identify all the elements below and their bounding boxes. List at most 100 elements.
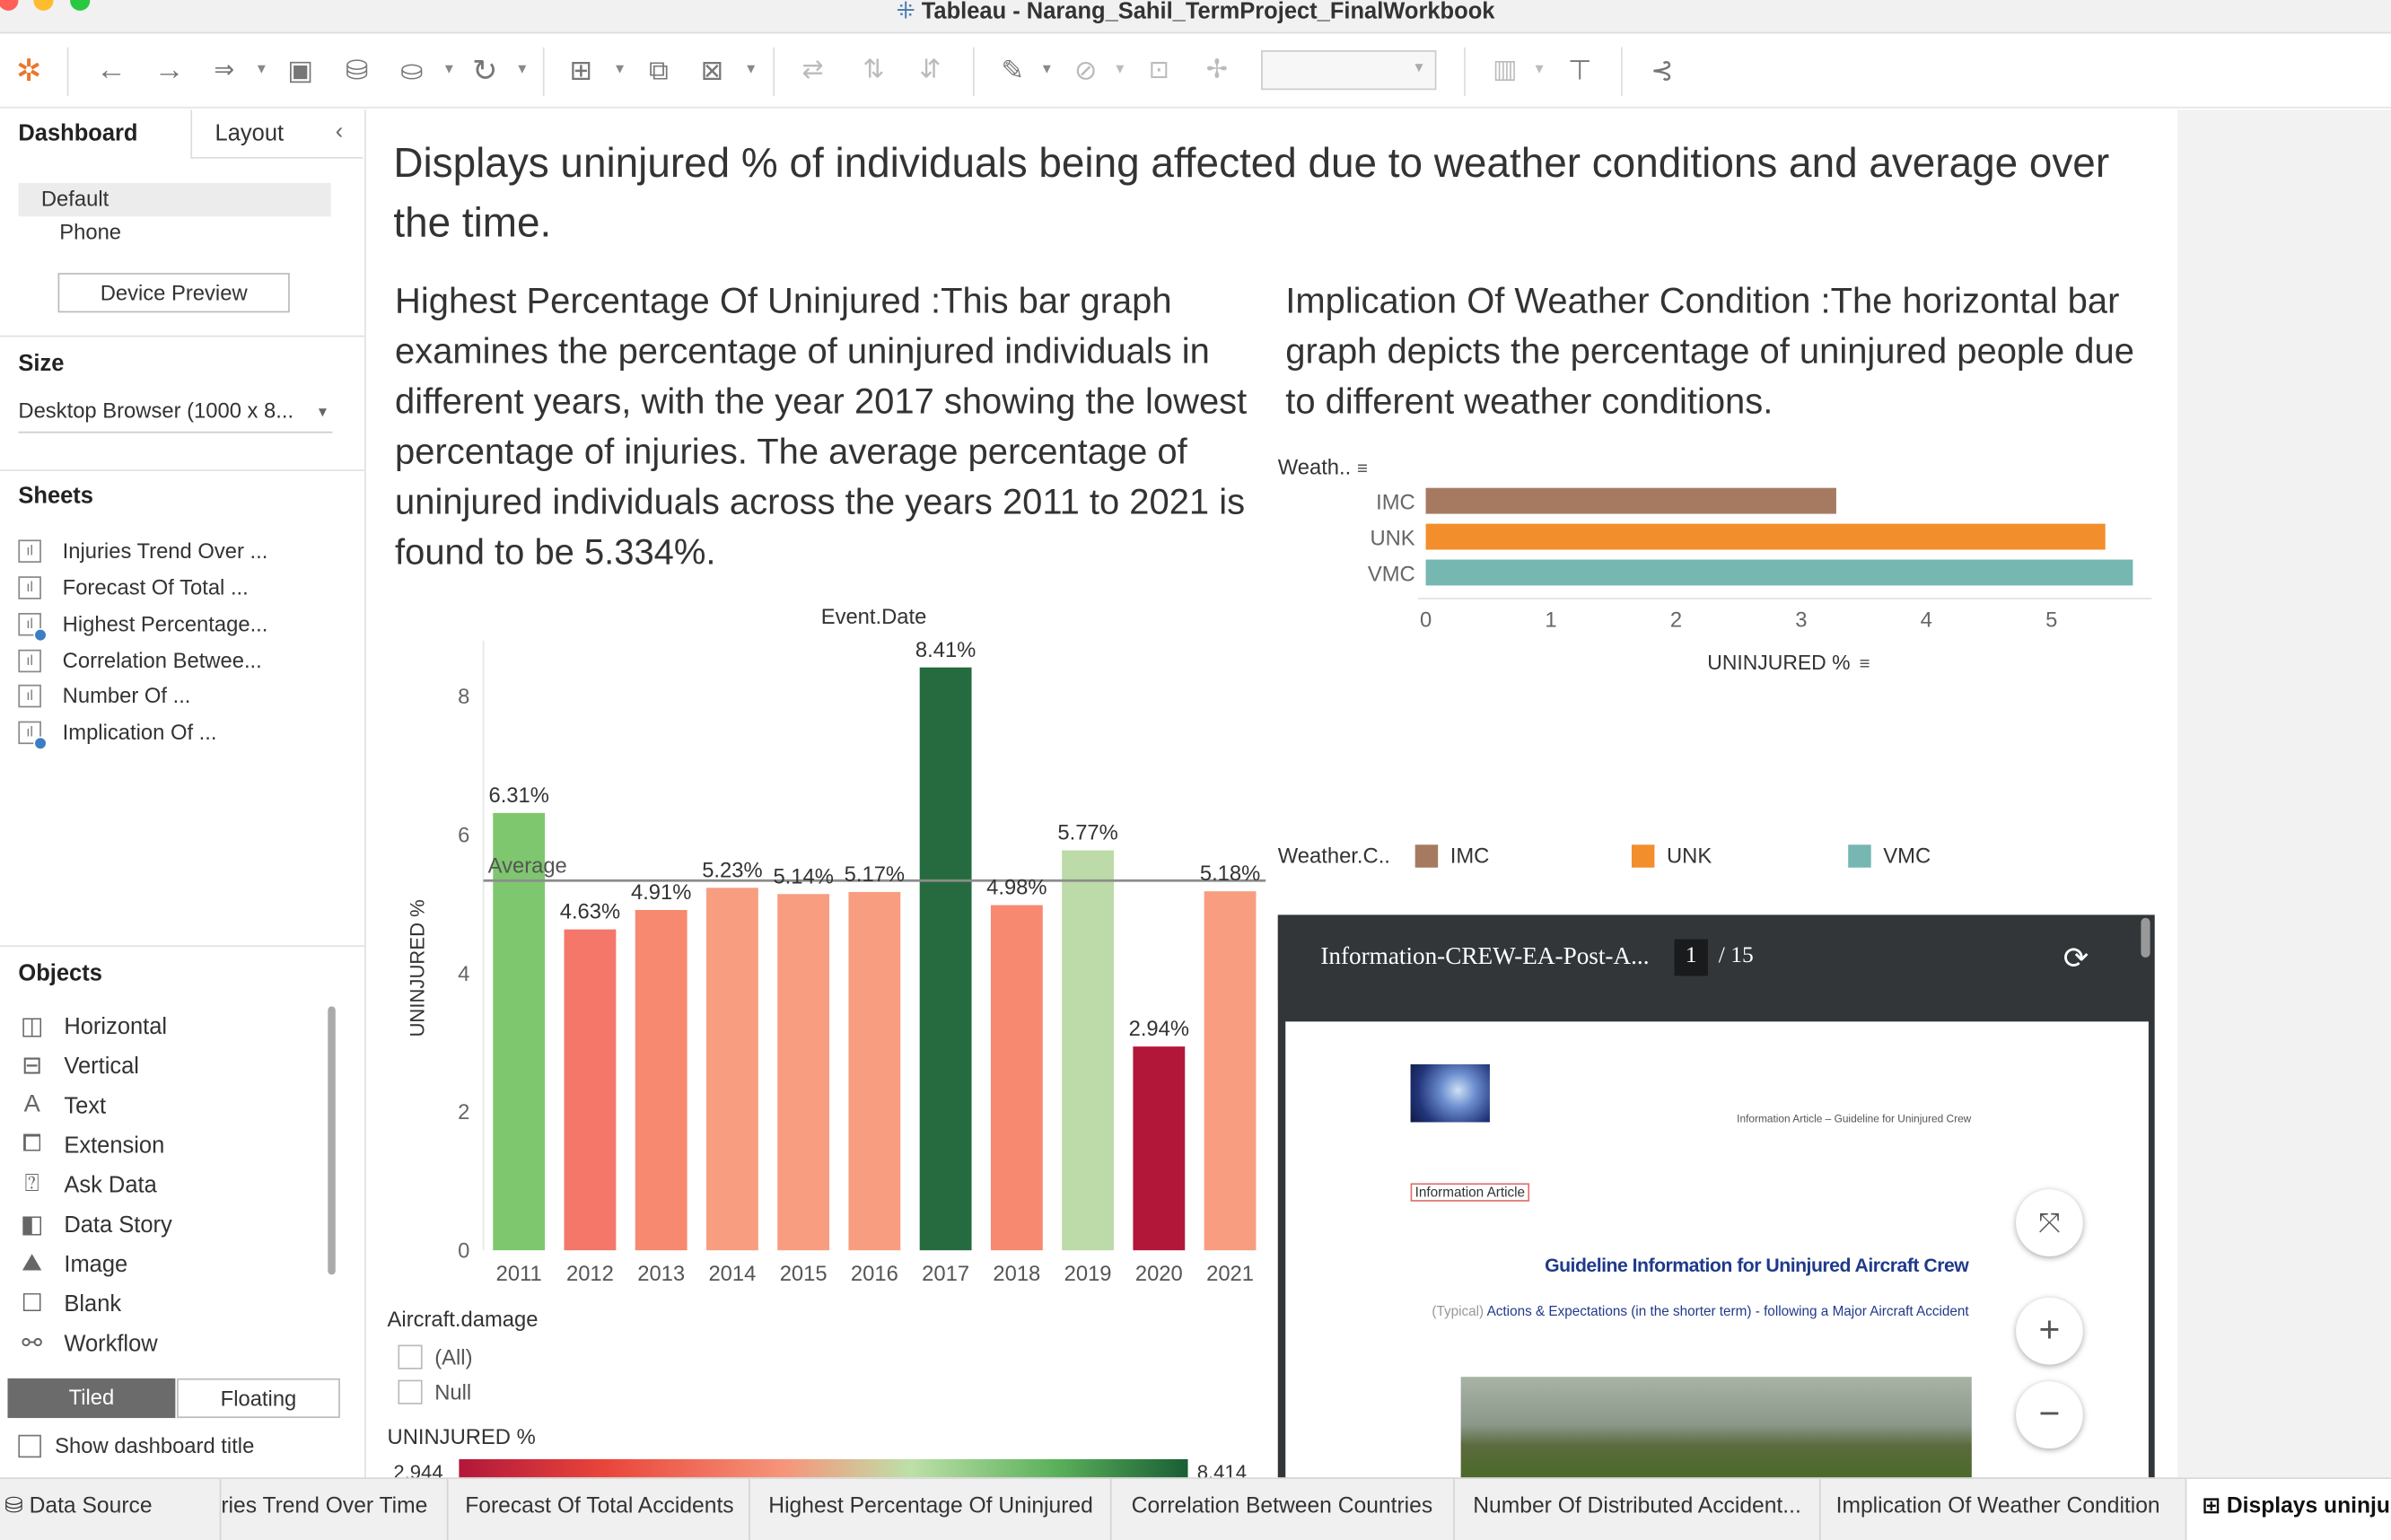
highlight-icon[interactable]: ✎ xyxy=(994,50,1031,90)
add-datasource-icon[interactable]: ⛁ xyxy=(338,50,375,90)
device-phone[interactable]: Phone xyxy=(59,220,121,244)
desc-right: Implication Of Weather Condition :The ho… xyxy=(1285,280,2134,421)
objects-scrollbar[interactable] xyxy=(328,1006,336,1275)
collapse-pane-icon[interactable]: ‹ xyxy=(336,119,343,145)
sheet-item[interactable]: ıl Forecast Of Total ... xyxy=(18,570,249,603)
legend-item-imc[interactable]: IMC xyxy=(1414,844,1489,868)
sort-desc-icon[interactable]: ⇵ xyxy=(910,50,950,90)
swap-icon[interactable]: ⇒ xyxy=(203,50,246,90)
tableau-logo-icon[interactable]: ✲ xyxy=(9,50,48,90)
zoom-out-icon[interactable]: − xyxy=(2016,1381,2083,1449)
bar-2020[interactable] xyxy=(1133,1046,1186,1251)
object-workflow[interactable]: ⚯ Workflow xyxy=(18,1325,157,1361)
show-dashboard-title-checkbox[interactable]: Show dashboard title xyxy=(18,1433,254,1457)
bar-2019[interactable] xyxy=(1062,850,1115,1251)
bar-chart-highest-percentage[interactable]: Event.Date Average 0 2 4 6 8 2011 2012 2013 201… xyxy=(390,602,1274,1296)
object-blank[interactable]: ☐ Blank xyxy=(18,1285,121,1322)
new-sheet-dropdown-icon[interactable]: ▼ xyxy=(613,61,626,76)
fit-selector[interactable]: ▼ xyxy=(1261,50,1437,91)
bar-2013[interactable] xyxy=(635,909,688,1251)
tab-injuries-trend[interactable]: ries Trend Over Time xyxy=(221,1479,449,1540)
sheet-item[interactable]: ıl Correlation Betwee... xyxy=(18,643,262,677)
bar-2017[interactable] xyxy=(919,667,972,1251)
tab-correlation[interactable]: Correlation Between Countries xyxy=(1112,1479,1455,1540)
share-icon[interactable]: ⊰ xyxy=(1642,50,1682,90)
data-label: 5.18% xyxy=(1200,862,1260,886)
color-legend[interactable]: Weather.C.. IMC UNK VMC xyxy=(1278,844,2147,874)
sheet-item[interactable]: ıl Implication Of ... xyxy=(18,715,217,750)
bar-2014[interactable] xyxy=(705,888,758,1251)
bar-IMC[interactable] xyxy=(1425,487,1836,514)
datasource-dropdown-icon[interactable]: ▼ xyxy=(442,61,456,76)
bar-2015[interactable] xyxy=(777,894,830,1251)
object-ask-data[interactable]: ⍰ Ask Data xyxy=(18,1167,157,1203)
group-icon[interactable]: ⊘ xyxy=(1067,50,1104,90)
legend-item-vmc[interactable]: VMC xyxy=(1848,844,1931,868)
zoom-in-icon[interactable]: + xyxy=(2016,1297,2083,1365)
clear-dropdown-icon[interactable]: ▼ xyxy=(744,61,758,76)
bar-2021[interactable] xyxy=(1204,891,1257,1251)
pdf-viewer[interactable]: Information-CREW-EA-Post-A... 1 / 15 ⟳ I… xyxy=(1277,914,2155,1478)
tab-number-distributed[interactable]: Number Of Distributed Accident... xyxy=(1455,1479,1821,1540)
undo-icon[interactable]: ← xyxy=(92,50,131,90)
bar-chart-weather-condition[interactable]: Weath.. ≡ IMC UNK VMC 0 1 2 3 4 5 UNINJURED % ≡ xyxy=(1278,450,2162,694)
sheet-item[interactable]: ıl Highest Percentage... xyxy=(18,607,267,642)
y-tick-label: 2 xyxy=(458,1100,469,1124)
save-icon[interactable]: ▣ xyxy=(282,50,319,90)
fit-page-icon[interactable]: ⤧ xyxy=(2016,1189,2083,1256)
tab-forecast[interactable]: Forecast Of Total Accidents xyxy=(449,1479,750,1540)
filter-title: Aircraft.damage xyxy=(387,1307,539,1332)
duplicate-sheet-icon[interactable]: ⧉ xyxy=(641,50,678,90)
tab-implication-weather[interactable]: Implication Of Weather Condition xyxy=(1821,1479,2187,1540)
object-horizontal[interactable]: ◫ Horizontal xyxy=(18,1008,167,1045)
bar-2016[interactable] xyxy=(848,891,901,1251)
vertical-container-icon: ⊟ xyxy=(22,1054,43,1080)
object-extension[interactable]: ⧠ Extension xyxy=(18,1127,164,1164)
device-preview-button[interactable]: Device Preview xyxy=(57,273,290,313)
group-dropdown-icon[interactable]: ▼ xyxy=(1113,61,1126,76)
object-data-story[interactable]: ◧ Data Story xyxy=(18,1206,172,1243)
tab-displays-uninjured[interactable]: ⊞ Displays uninju xyxy=(2186,1479,2391,1540)
checkbox-icon[interactable] xyxy=(398,1344,423,1369)
swap-rows-icon[interactable]: ⇄ xyxy=(793,50,832,90)
filter-option-all[interactable]: (All) xyxy=(398,1344,473,1369)
tiled-button[interactable]: Tiled xyxy=(7,1378,176,1419)
tab-dashboard[interactable]: Dashboard xyxy=(0,109,191,159)
pause-updates-icon[interactable]: ⛀ xyxy=(393,50,430,90)
filter-option-null[interactable]: Null xyxy=(398,1379,471,1404)
show-me-icon[interactable]: ▥ xyxy=(1484,50,1527,90)
new-sheet-icon[interactable]: ⊞ xyxy=(561,50,600,90)
legend-item-unk[interactable]: UNK xyxy=(1631,844,1712,868)
object-text[interactable]: A Text xyxy=(18,1087,107,1124)
bar-VMC[interactable] xyxy=(1425,559,2133,586)
floating-button[interactable]: Floating xyxy=(177,1378,340,1419)
pin-icon[interactable]: ✢ xyxy=(1198,50,1235,90)
sheet-item[interactable]: ıl Injuries Trend Over ... xyxy=(18,534,267,567)
bar-2018[interactable] xyxy=(990,905,1043,1251)
object-vertical[interactable]: ⊟ Vertical xyxy=(18,1047,139,1084)
tab-highest-percentage[interactable]: Highest Percentage Of Uninjured xyxy=(750,1479,1112,1540)
bar-2012[interactable] xyxy=(564,929,617,1251)
device-default[interactable]: Default xyxy=(18,182,331,217)
clear-sheet-icon[interactable]: ⊠ xyxy=(694,50,731,90)
tab-data-source[interactable]: ⛁ Data Source xyxy=(0,1479,222,1540)
sheet-item[interactable]: ıl Number Of ... xyxy=(18,678,190,712)
bar-UNK[interactable] xyxy=(1425,523,2106,550)
label-icon[interactable]: ⊡ xyxy=(1141,50,1178,90)
bar-2011[interactable] xyxy=(493,812,546,1251)
presentation-icon[interactable]: ⊤ xyxy=(1560,50,1599,90)
size-select[interactable]: Desktop Browser (1000 x 8... ▼ xyxy=(18,397,333,433)
object-image[interactable]: ⛰ Image xyxy=(18,1246,127,1282)
rotate-icon[interactable]: ⟳ xyxy=(2063,940,2089,977)
fit-dropdown-icon[interactable]: ▼ xyxy=(1412,59,1425,74)
pdf-page-input[interactable]: 1 xyxy=(1674,939,1708,976)
pdf-scrollbar[interactable] xyxy=(2141,917,2150,958)
redo-icon[interactable]: → xyxy=(150,50,189,90)
show-me-dropdown-icon[interactable]: ▼ xyxy=(1532,61,1546,76)
highlight-dropdown-icon[interactable]: ▼ xyxy=(1040,61,1054,76)
swap-dropdown-icon[interactable]: ▼ xyxy=(255,61,268,76)
refresh-icon[interactable]: ↻ xyxy=(467,50,504,90)
refresh-dropdown-icon[interactable]: ▼ xyxy=(515,61,529,76)
sort-asc-icon[interactable]: ⇅ xyxy=(854,50,893,90)
checkbox-icon[interactable] xyxy=(398,1379,423,1404)
